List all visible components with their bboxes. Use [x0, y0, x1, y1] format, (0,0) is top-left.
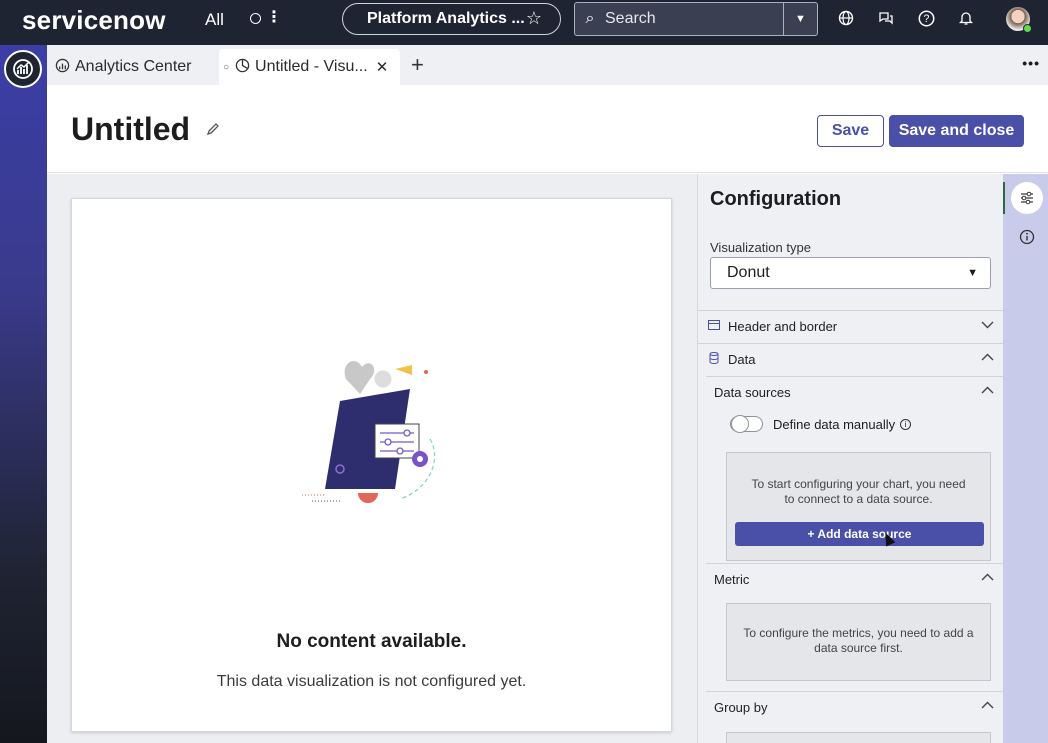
edit-pencil-icon[interactable] — [205, 121, 221, 142]
tab-bar: Analytics Center ○ Untitled - Visu... ✕ … — [47, 45, 1048, 85]
configuration-title: Configuration — [710, 188, 842, 210]
workspace-pill-label: Platform Analytics ... — [367, 10, 525, 27]
svg-text:?: ? — [923, 13, 929, 25]
chat-icon[interactable] — [877, 10, 895, 28]
subsection-label: Data sources — [714, 385, 791, 400]
save-and-close-button[interactable]: Save and close — [889, 115, 1024, 147]
info-icon[interactable]: i — [900, 418, 912, 430]
metric-help-text: To configure the metrics, you need to ad… — [743, 626, 974, 655]
visualization-type-select[interactable]: Donut ▼ — [710, 257, 991, 289]
empty-state-subtitle: This data visualization is not configure… — [216, 673, 527, 690]
group-by-empty-box — [726, 732, 991, 743]
section-label: Data — [728, 352, 756, 367]
more-horizontal-icon[interactable]: ••• — [1022, 55, 1040, 71]
tab-untitled-visualization[interactable]: ○ Untitled - Visu... ✕ — [219, 49, 400, 85]
metric-empty-box: To configure the metrics, you need to ad… — [726, 603, 991, 681]
right-side-strip — [1003, 174, 1048, 743]
data-sources-help-text: To start configuring your chart, you nee… — [751, 477, 966, 506]
subsection-data-sources[interactable]: Data sources — [706, 376, 1003, 408]
chevron-down-icon: ▼ — [967, 267, 978, 279]
data-sources-empty-box: To start configuring your chart, you nee… — [726, 452, 991, 561]
toggle-knob — [731, 415, 749, 433]
add-tab-icon[interactable]: + — [411, 54, 424, 76]
user-avatar[interactable] — [1006, 7, 1032, 33]
chevron-down-icon[interactable] — [981, 318, 994, 334]
workspace-pill[interactable]: Platform Analytics ... ☆ — [342, 3, 561, 35]
subsection-label: Metric — [714, 572, 750, 587]
chart-icon — [235, 58, 250, 76]
visualization-type-value: Donut — [727, 264, 770, 281]
chevron-up-icon[interactable] — [981, 571, 994, 587]
visualization-card: No content available. This data visualiz… — [71, 198, 672, 732]
chevron-up-icon[interactable] — [981, 384, 994, 400]
close-icon[interactable]: ✕ — [376, 58, 389, 76]
global-search[interactable]: ⌕ Search ▼ — [574, 2, 818, 36]
configuration-sliders-icon[interactable] — [1011, 182, 1043, 214]
tab-label: Analytics Center — [75, 58, 192, 75]
subsection-metric[interactable]: Metric — [706, 563, 1003, 595]
search-scope-dropdown[interactable]: ▼ — [783, 3, 817, 35]
empty-state-illustration — [300, 349, 450, 509]
tab-label: Untitled - Visu... — [255, 58, 368, 75]
brand-text: servicenow — [22, 5, 166, 35]
bell-icon[interactable] — [957, 10, 975, 28]
chevron-up-icon[interactable] — [981, 351, 994, 367]
page-title: Untitled — [71, 111, 191, 147]
servicenow-logo[interactable]: servicenow — [22, 5, 166, 36]
subsection-group-by[interactable]: Group by — [706, 691, 1003, 723]
configuration-panel: Configuration Visualization type Donut ▼… — [697, 174, 1003, 743]
section-label: Header and border — [728, 319, 838, 334]
database-icon — [707, 352, 721, 367]
unsaved-circle-icon: ○ — [223, 61, 230, 73]
add-data-source-button[interactable]: + Add data source — [735, 522, 984, 546]
header-border-icon — [707, 320, 721, 333]
help-icon[interactable]: ? — [917, 10, 935, 28]
save-button[interactable]: Save — [817, 115, 884, 147]
favorites-circle-icon[interactable] — [250, 13, 261, 24]
presence-status-icon — [1023, 24, 1032, 33]
canvas-area: No content available. This data visualiz… — [47, 174, 697, 743]
define-data-manually-toggle[interactable] — [730, 415, 763, 433]
active-indicator — [1003, 182, 1005, 214]
subsection-label: Group by — [714, 700, 768, 715]
tab-analytics-center[interactable]: Analytics Center — [55, 49, 192, 85]
left-rail — [0, 45, 47, 743]
search-input[interactable]: Search — [605, 10, 783, 28]
chevron-up-icon[interactable] — [981, 699, 994, 715]
analytics-icon — [55, 58, 70, 76]
visualization-type-label: Visualization type — [710, 240, 811, 255]
empty-state-title: No content available. — [276, 631, 467, 652]
define-data-manually-row: Define data manually i — [730, 415, 912, 433]
section-header-and-border[interactable]: Header and border — [698, 310, 1003, 342]
top-nav: servicenow All ⋮ Platform Analytics ... … — [0, 0, 1048, 45]
info-icon[interactable] — [1011, 221, 1043, 253]
more-vertical-icon[interactable]: ⋮ — [266, 10, 282, 26]
star-icon[interactable]: ☆ — [526, 8, 542, 29]
globe-icon[interactable] — [837, 10, 855, 28]
page-header: Untitled Save Save and close — [47, 85, 1048, 173]
analytics-home-icon[interactable] — [4, 50, 42, 88]
search-icon: ⌕ — [585, 10, 595, 27]
all-menu[interactable]: All — [205, 10, 224, 30]
define-data-manually-label: Define data manually — [773, 416, 896, 432]
section-data[interactable]: Data — [698, 343, 1003, 375]
